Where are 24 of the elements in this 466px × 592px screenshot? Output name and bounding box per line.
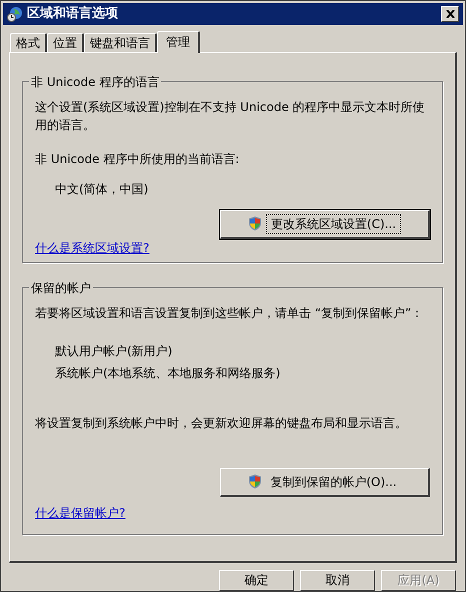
help-link[interactable]: 什么是系统区域设置?	[35, 238, 150, 257]
tab[interactable]: 位置	[47, 32, 84, 52]
window-title: 区域和语言选项	[27, 4, 119, 24]
close-icon	[446, 10, 454, 18]
list-text: 默认用户帐户(新用户)	[55, 342, 174, 360]
tab[interactable]: 管理	[157, 30, 200, 53]
dialog-button[interactable]: 确定	[219, 570, 294, 591]
list-text: 系统帐户(本地系统、本地服务和网络服务)	[55, 364, 282, 382]
shield-button[interactable]: 更改系统区域设置(C)...	[220, 210, 430, 239]
group-title: 保留的帐户	[29, 278, 93, 297]
help-link[interactable]: 什么是保留帐户?	[35, 504, 126, 522]
list-text: 中文(简体，中国)	[55, 180, 150, 198]
close-button[interactable]	[441, 6, 459, 22]
shield-icon	[248, 216, 262, 232]
description-text: 这个设置(系统区域设置)控制在不支持 Unicode 的程序中显示文本时所使用的语言。	[35, 98, 426, 134]
description-text: 将设置复制到系统帐户中时，会更新欢迎屏幕的键盘布局和显示语言。	[35, 414, 408, 432]
globe-icon	[7, 6, 23, 22]
description-text: 非 Unicode 程序中所使用的当前语言:	[35, 150, 240, 168]
tab[interactable]: 格式	[10, 32, 47, 52]
description-text: 若要将区域设置和语言设置复制到这些帐户，请单击 “复制到保留帐户”：	[35, 304, 424, 322]
dialog-button[interactable]: 取消	[300, 570, 375, 591]
shield-icon	[248, 474, 262, 490]
shield-button[interactable]: 复制到保留的帐户(O)...	[220, 468, 430, 497]
tab[interactable]: 键盘和语言	[84, 32, 157, 52]
